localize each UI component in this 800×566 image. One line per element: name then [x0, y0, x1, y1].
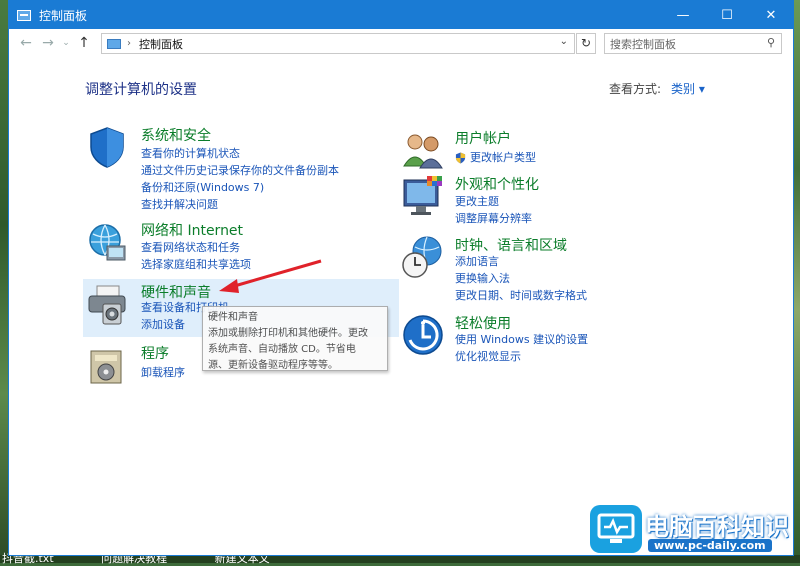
category-link[interactable]: 添加设备: [141, 316, 185, 332]
category-title[interactable]: 系统和安全: [141, 125, 211, 145]
category-link[interactable]: 优化视觉显示: [455, 348, 521, 364]
tooltip-line: 添加或删除打印机和其他硬件。更改: [208, 328, 368, 339]
category-link[interactable]: 调整屏幕分辨率: [455, 210, 532, 226]
category-link[interactable]: 更改帐户类型: [470, 149, 536, 165]
category-title[interactable]: 轻松使用: [455, 313, 511, 333]
window-title: 控制面板: [39, 8, 88, 23]
category-link[interactable]: 更换输入法: [455, 270, 510, 286]
category-link[interactable]: 更改日期、时间或数字格式: [455, 287, 587, 303]
control-panel-icon: [17, 9, 31, 21]
back-arrow-icon[interactable]: ←: [15, 35, 37, 51]
network-globe-icon: [89, 224, 126, 261]
annotation-arrow-icon: [219, 259, 322, 293]
minimize-button[interactable]: —: [661, 1, 705, 29]
category-link[interactable]: 使用 Windows 建议的设置: [455, 331, 588, 347]
page-title: 调整计算机的设置: [85, 82, 197, 98]
category-title[interactable]: 用户帐户: [455, 128, 511, 148]
category-link[interactable]: 查找并解决问题: [141, 196, 218, 212]
category-title[interactable]: 时钟、语言和区域: [455, 235, 567, 255]
tooltip-line: 源、更新设备驱动程序等等。: [208, 360, 338, 371]
ease-of-access-icon: [403, 315, 443, 355]
category-title[interactable]: 外观和个性化: [455, 174, 539, 194]
view-by-dropdown[interactable]: 类别 ▾: [671, 82, 705, 96]
category-link[interactable]: 卸载程序: [141, 364, 185, 380]
programs-box-icon: [90, 350, 122, 384]
uac-shield-icon: [455, 149, 466, 164]
category-link[interactable]: 备份和还原(Windows 7): [141, 179, 264, 195]
recent-locations-chevron-icon[interactable]: ⌄: [59, 38, 73, 48]
watermark-logo: [590, 505, 642, 553]
watermark-title: 电脑百科知识: [645, 513, 789, 541]
breadcrumb-item[interactable]: 控制面板: [139, 36, 183, 52]
category-link[interactable]: 查看你的计算机状态: [141, 145, 240, 161]
forward-arrow-icon[interactable]: →: [37, 35, 59, 51]
printer-speaker-icon: [88, 285, 126, 325]
appearance-monitor-icon: [403, 176, 442, 215]
category-link[interactable]: 更改主题: [455, 193, 499, 209]
shield-icon: [90, 127, 124, 168]
navigation-bar: ← → ⌄ ↑ › 控制面板 ⌄ ↻ 搜索控制面板 ⚲: [9, 29, 793, 57]
watermark-url: www.pc-daily.com: [648, 539, 772, 552]
close-button[interactable]: ✕: [749, 1, 793, 29]
search-input[interactable]: 搜索控制面板 ⚲: [604, 33, 782, 54]
category-link[interactable]: 通过文件历史记录保存你的文件备份副本: [141, 162, 339, 178]
breadcrumb-separator: ›: [127, 38, 131, 49]
address-bar[interactable]: › 控制面板 ⌄: [101, 33, 575, 54]
category-link[interactable]: 添加语言: [455, 253, 499, 269]
search-placeholder: 搜索控制面板: [610, 37, 676, 51]
control-panel-window: 控制面板 — ☐ ✕ ← → ⌄ ↑ › 控制面板 ⌄ ↻ 搜索控制面板 ⚲ 调…: [8, 0, 794, 556]
category-title[interactable]: 程序: [141, 343, 169, 363]
clock-globe-icon: [402, 236, 442, 278]
view-by-value: 类别: [671, 82, 696, 96]
users-icon: [403, 134, 443, 169]
maximize-button[interactable]: ☐: [705, 1, 749, 29]
category-title[interactable]: 网络和 Internet: [141, 220, 243, 240]
watermark: 电脑百科知识 www.pc-daily.com: [590, 505, 800, 557]
address-dropdown-icon[interactable]: ⌄: [560, 36, 568, 47]
title-bar[interactable]: 控制面板 — ☐ ✕: [9, 1, 793, 29]
tooltip-line: 系统声音、自动播放 CD。节省电: [208, 344, 356, 355]
category-link[interactable]: 查看网络状态和任务: [141, 239, 240, 255]
refresh-button[interactable]: ↻: [576, 33, 596, 54]
tooltip: 硬件和声音 添加或删除打印机和其他硬件。更改 系统声音、自动播放 CD。节省电 …: [202, 306, 388, 371]
search-icon[interactable]: ⚲: [767, 36, 775, 49]
view-by-label: 查看方式:: [609, 82, 662, 96]
up-arrow-icon[interactable]: ↑: [73, 35, 95, 51]
control-panel-icon: [107, 38, 121, 49]
view-by: 查看方式: 类别 ▾: [609, 80, 705, 97]
tooltip-line: 硬件和声音: [208, 312, 258, 323]
